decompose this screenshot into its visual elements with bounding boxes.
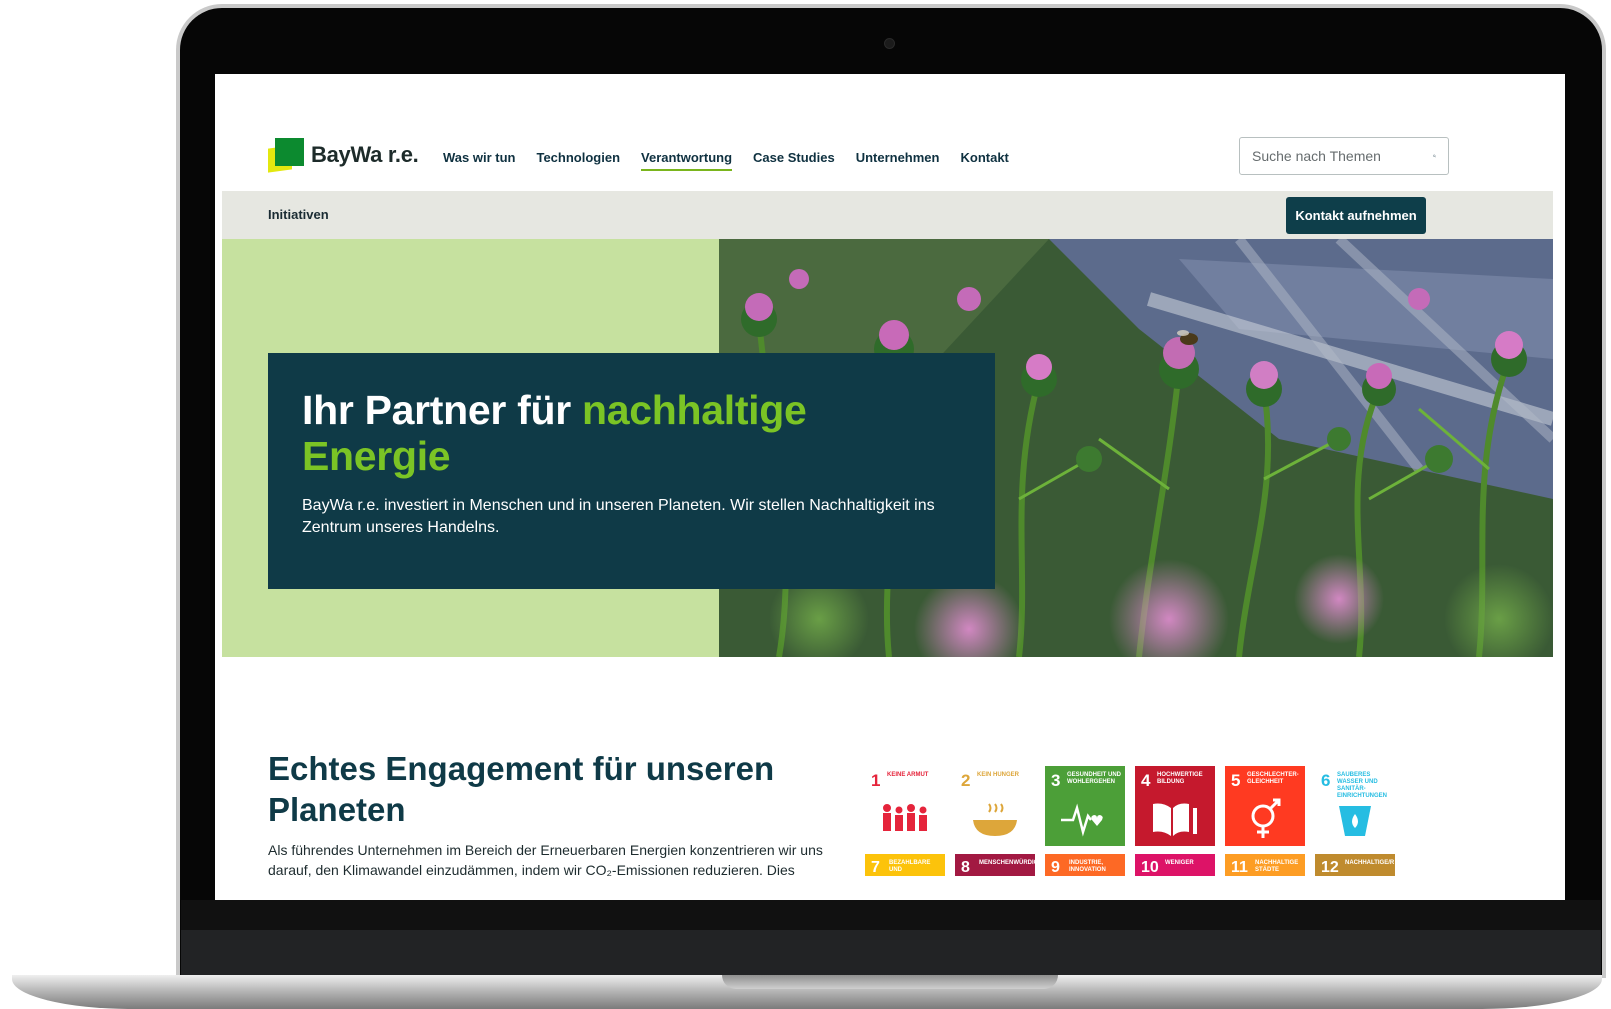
- sdg-number: 11: [1231, 859, 1248, 876]
- hero-title-main: Ihr Partner für: [302, 387, 582, 433]
- section-title: Echtes Engagement für unseren Planeten: [268, 750, 775, 828]
- sdg-tile-12: 12 Nachhaltige/r: [1315, 854, 1395, 876]
- section-text: Als führendes Unternehmen im Bereich der…: [268, 842, 823, 878]
- hero-title: Ihr Partner für nachhaltige Energie: [302, 387, 961, 479]
- hero-section: Ihr Partner für nachhaltige Energie BayW…: [222, 239, 1553, 657]
- laptop-hinge: [181, 930, 1601, 978]
- bowl-icon: [973, 803, 1017, 836]
- water-icon: [1339, 806, 1371, 836]
- sdg-label: Bezahlbare und: [889, 860, 931, 873]
- sdg-label: Nachhaltige Städte: [1255, 860, 1299, 873]
- search-icon[interactable]: [1433, 147, 1436, 165]
- sdg-label: Nachhaltige/r: [1345, 860, 1395, 866]
- sdg-tile-4: 4 Hochwertige Bildung: [1135, 766, 1215, 846]
- heartbeat-icon: [1061, 803, 1103, 837]
- sdg-tile-8: 8 Menschenwürdige: [955, 854, 1043, 876]
- sdg-label: Gesundheit und Wohlergehen: [1067, 772, 1122, 785]
- sdg-number: 8: [961, 859, 970, 876]
- sdg-tile-2: 2 Kein Hunger: [955, 766, 1035, 846]
- sdg-tile-10: 10 Weniger: [1135, 854, 1215, 876]
- search-box[interactable]: [1239, 137, 1449, 175]
- nav-item-was-wir-tun[interactable]: Was wir tun: [443, 150, 515, 171]
- sdg-label: Menschenwürdige: [979, 860, 1043, 866]
- camera-icon: [884, 38, 895, 49]
- gender-icon: [1251, 798, 1281, 838]
- sdg-label: Keine Armut: [887, 772, 929, 778]
- logo-mark-icon: [268, 138, 304, 173]
- sdg-number: 12: [1321, 859, 1339, 876]
- people-icon: [883, 804, 927, 831]
- sdg-number: 3: [1051, 771, 1061, 790]
- sdg-tile-6: 6 Sauberes Wasser und Sanitär-einrichtun…: [1315, 766, 1395, 846]
- sdg-label: Weniger: [1165, 860, 1194, 866]
- hero-text: BayWa r.e. investiert in Menschen und in…: [302, 497, 935, 536]
- contact-button[interactable]: Kontakt aufnehmen: [1286, 197, 1426, 234]
- sdg-tile-1: 1 Keine Armut: [865, 766, 945, 846]
- nav-item-technologien[interactable]: Technologien: [536, 150, 620, 171]
- nav-item-verantwortung[interactable]: Verantwortung: [641, 150, 733, 171]
- laptop-notch: [722, 975, 1058, 989]
- sdg-number: 7: [871, 859, 880, 876]
- sdg-tile-3: 3 Gesundheit und Wohlergehen: [1045, 766, 1125, 846]
- subnav-item-initiativen[interactable]: Initiativen: [268, 207, 329, 222]
- search-input[interactable]: [1252, 148, 1433, 164]
- logo-text: BayWa r.e.: [311, 142, 419, 167]
- sdg-number: 10: [1141, 859, 1159, 876]
- sdg-number: 6: [1321, 771, 1331, 790]
- sdg-label: Industrie, Innovation: [1069, 860, 1106, 873]
- browser-viewport: BayWa r.e. Was wir tun Technologien Vera…: [215, 74, 1565, 900]
- sdg-number: 1: [871, 771, 881, 790]
- nav-item-unternehmen[interactable]: Unternehmen: [856, 150, 940, 171]
- sdg-label: Kein Hunger: [977, 772, 1020, 778]
- site-header: BayWa r.e. Was wir tun Technologien Vera…: [215, 74, 1565, 191]
- sdg-number: 2: [961, 771, 971, 790]
- sdg-number: 4: [1141, 771, 1151, 790]
- sdg-number: 9: [1051, 859, 1060, 876]
- sdg-tile-9: 9 Industrie, Innovation: [1045, 854, 1125, 876]
- sdg-label: Geschlechter-gleichheit: [1247, 772, 1299, 785]
- main-nav: Was wir tun Technologien Verantwortung C…: [443, 150, 1009, 171]
- sdg-tile-5: 5 Geschlechter-gleichheit: [1225, 766, 1305, 846]
- sdg-tile-11: 11 Nachhaltige Städte: [1225, 854, 1305, 876]
- baywa-logo[interactable]: BayWa r.e.: [268, 138, 419, 173]
- book-icon: [1153, 803, 1197, 836]
- sdg-label: Hochwertige Bildung: [1157, 772, 1203, 785]
- nav-item-case-studies[interactable]: Case Studies: [753, 150, 835, 171]
- nav-item-kontakt[interactable]: Kontakt: [960, 150, 1008, 171]
- sdg-number: 5: [1231, 771, 1241, 790]
- sdg-tile-7: 7 Bezahlbare und: [865, 854, 945, 876]
- hero-card: Ihr Partner für nachhaltige Energie BayW…: [268, 353, 995, 589]
- sub-navigation: Initiativen Kontakt aufnehmen: [222, 191, 1553, 239]
